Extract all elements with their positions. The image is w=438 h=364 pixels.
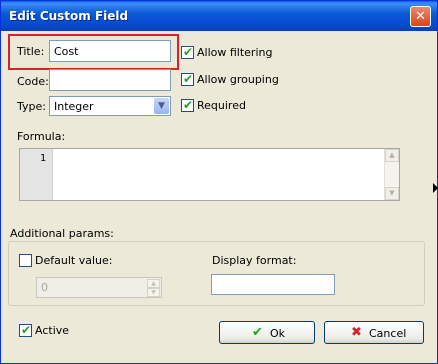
- close-icon: ✕: [415, 9, 426, 24]
- resize-arrow-icon: [433, 183, 438, 193]
- cancel-button-label: Cancel: [369, 327, 407, 340]
- allow-grouping-checkbox[interactable]: ✔: [181, 72, 194, 86]
- code-input[interactable]: [49, 69, 171, 91]
- stepper-up-icon: ▲: [147, 279, 160, 288]
- allow-filtering-checkbox[interactable]: ✔: [181, 45, 194, 59]
- type-select[interactable]: Integer ▼: [49, 96, 171, 116]
- active-checkbox[interactable]: ✔: [19, 323, 32, 337]
- chevron-down-icon[interactable]: ▼: [154, 98, 169, 114]
- display-format-input[interactable]: [211, 274, 335, 295]
- cancel-button[interactable]: ✖ Cancel: [324, 321, 424, 344]
- ok-button[interactable]: ✔ Ok: [219, 321, 315, 344]
- close-button[interactable]: ✕: [410, 6, 431, 27]
- allow-grouping-label: Allow grouping: [197, 73, 279, 86]
- display-format-label: Display format:: [212, 254, 297, 267]
- type-label: Type:: [17, 100, 46, 113]
- formula-editor[interactable]: 1 ▲ ▼: [19, 148, 400, 201]
- type-select-value: Integer: [54, 100, 94, 113]
- dialog-title: Edit Custom Field: [9, 9, 129, 23]
- scroll-down-icon[interactable]: ▼: [385, 187, 399, 200]
- default-value-checkbox[interactable]: [19, 254, 32, 267]
- check-icon: ✔: [183, 72, 194, 86]
- edit-custom-field-dialog: Edit Custom Field ✕ Title: Cost Code: Ty…: [0, 0, 438, 364]
- stepper-down-icon: ▼: [147, 288, 160, 297]
- scroll-up-icon[interactable]: ▲: [385, 149, 399, 162]
- additional-params-label: Additional params:: [10, 227, 114, 240]
- line-number: 1: [39, 153, 46, 164]
- active-label: Active: [35, 324, 70, 337]
- check-icon: ✔: [183, 98, 194, 112]
- default-value-stepper: 0 ▲ ▼: [36, 277, 162, 298]
- default-value-label: Default value:: [35, 254, 113, 267]
- check-icon: ✔: [252, 325, 263, 340]
- code-label: Code:: [17, 75, 49, 88]
- cross-icon: ✖: [351, 325, 362, 340]
- title-bar[interactable]: Edit Custom Field ✕: [1, 1, 437, 31]
- formula-label: Formula:: [17, 130, 66, 143]
- allow-filtering-label: Allow filtering: [197, 46, 273, 59]
- check-icon: ✔: [21, 323, 32, 337]
- required-label: Required: [197, 99, 246, 112]
- check-icon: ✔: [183, 45, 194, 59]
- title-label: Title:: [17, 45, 45, 58]
- line-number-gutter: 1: [20, 149, 53, 200]
- formula-scrollbar[interactable]: ▲ ▼: [384, 149, 399, 200]
- default-value-text: 0: [41, 281, 48, 294]
- required-checkbox[interactable]: ✔: [181, 98, 194, 112]
- ok-button-label: Ok: [270, 327, 286, 340]
- title-input[interactable]: Cost: [49, 40, 171, 62]
